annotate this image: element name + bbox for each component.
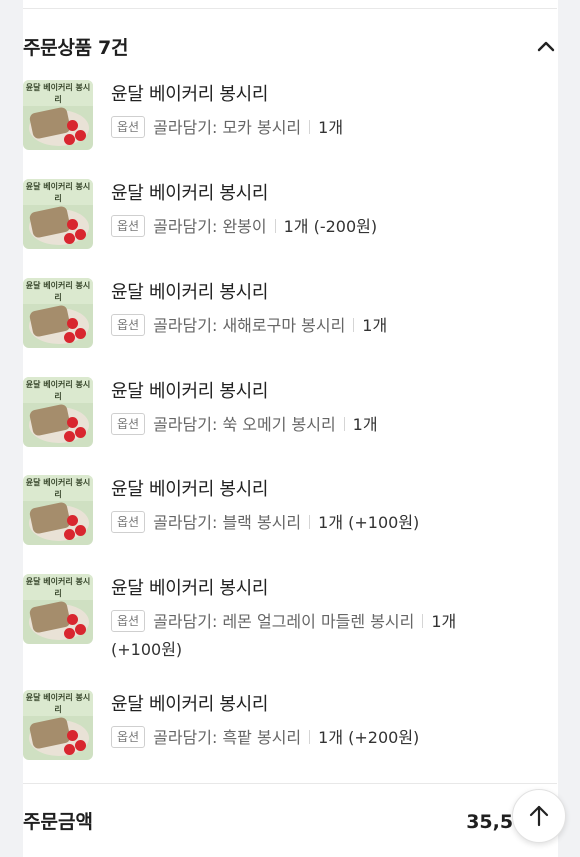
quantity-extra: (+100원) bbox=[111, 640, 183, 659]
product-name: 윤달 베이커리 봉시리 bbox=[111, 479, 269, 500]
option-text: 골라담기: 레몬 얼그레이 마들렌 봉시리 bbox=[153, 612, 415, 631]
option-badge: 옵션 bbox=[111, 116, 146, 138]
option-text: 골라담기: 완봉이 bbox=[153, 217, 267, 236]
product-thumbnail: 윤달 베이커리 봉시리 bbox=[23, 278, 93, 348]
product-name: 윤달 베이커리 봉시리 bbox=[111, 694, 269, 715]
option-text: 골라담기: 새해로구마 봉시리 bbox=[153, 316, 346, 335]
order-item[interactable]: 윤달 베이커리 봉시리 윤달 베이커리 봉시리 옵션 골라담기: 레몬 얼그레이 … bbox=[23, 574, 560, 664]
total-label: 주문금액 bbox=[23, 810, 93, 833]
order-item[interactable]: 윤달 베이커리 봉시리 윤달 베이커리 봉시리 옵션 골라담기: 흑팥 봉시리 1개… bbox=[23, 690, 560, 760]
order-item[interactable]: 윤달 베이커리 봉시리 윤달 베이커리 봉시리 옵션 골라담기: 블랙 봉시리 1개… bbox=[23, 475, 560, 545]
order-item[interactable]: 윤달 베이커리 봉시리 윤달 베이커리 봉시리 옵션 골라담기: 완봉이 1개 (-… bbox=[23, 179, 560, 249]
order-section-header[interactable]: 주문상품 7건 bbox=[23, 28, 560, 64]
product-name: 윤달 베이커리 봉시리 bbox=[111, 381, 269, 402]
quantity: 1개 (+100원) bbox=[318, 513, 420, 532]
quantity: 1개 (-200원) bbox=[283, 217, 378, 236]
product-thumbnail: 윤달 베이커리 봉시리 bbox=[23, 475, 93, 545]
option-row: 옵션 골라담기: 블랙 봉시리 1개 (+100원) bbox=[111, 509, 560, 537]
product-thumbnail: 윤달 베이커리 봉시리 bbox=[23, 690, 93, 760]
thumbnail-text: 윤달 베이커리 봉시리 bbox=[23, 690, 93, 716]
quantity: 1개 (+200원) bbox=[318, 728, 420, 747]
option-row: 옵션 골라담기: 쑥 오메기 봉시리 1개 bbox=[111, 411, 560, 439]
product-name: 윤달 베이커리 봉시리 bbox=[111, 84, 269, 105]
quantity: 1개 bbox=[362, 316, 388, 335]
thumbnail-text: 윤달 베이커리 봉시리 bbox=[23, 278, 93, 304]
bottom-divider bbox=[23, 783, 557, 784]
option-badge: 옵션 bbox=[111, 610, 146, 632]
arrow-up-icon[interactable] bbox=[512, 789, 566, 843]
option-row: 옵션 골라담기: 완봉이 1개 (-200원) bbox=[111, 213, 560, 241]
option-badge: 옵션 bbox=[111, 511, 146, 533]
option-badge: 옵션 bbox=[111, 413, 146, 435]
option-badge: 옵션 bbox=[111, 215, 146, 237]
product-name: 윤달 베이커리 봉시리 bbox=[111, 282, 269, 303]
thumbnail-text: 윤달 베이커리 봉시리 bbox=[23, 179, 93, 205]
order-item[interactable]: 윤달 베이커리 봉시리 윤달 베이커리 봉시리 옵션 골라담기: 모카 봉시리 1개 bbox=[23, 80, 560, 150]
thumbnail-text: 윤달 베이커리 봉시리 bbox=[23, 475, 93, 501]
option-row: 옵션 골라담기: 모카 봉시리 1개 bbox=[111, 114, 560, 142]
top-divider bbox=[23, 8, 557, 9]
thumbnail-text: 윤달 베이커리 봉시리 bbox=[23, 377, 93, 403]
chevron-up-icon[interactable] bbox=[532, 32, 560, 60]
product-thumbnail: 윤달 베이커리 봉시리 bbox=[23, 80, 93, 150]
order-item[interactable]: 윤달 베이커리 봉시리 윤달 베이커리 봉시리 옵션 골라담기: 새해로구마 봉시… bbox=[23, 278, 560, 348]
option-badge: 옵션 bbox=[111, 314, 146, 336]
quantity: 1개 bbox=[352, 415, 378, 434]
option-row: 옵션 골라담기: 새해로구마 봉시리 1개 bbox=[111, 312, 560, 340]
option-text: 골라담기: 블랙 봉시리 bbox=[153, 513, 302, 532]
quantity: 1개 bbox=[431, 612, 457, 631]
product-name: 윤달 베이커리 봉시리 bbox=[111, 578, 269, 599]
thumbnail-text: 윤달 베이커리 봉시리 bbox=[23, 574, 93, 600]
product-thumbnail: 윤달 베이커리 봉시리 bbox=[23, 179, 93, 249]
order-item[interactable]: 윤달 베이커리 봉시리 윤달 베이커리 봉시리 옵션 골라담기: 쑥 오메기 봉시… bbox=[23, 377, 560, 447]
product-thumbnail: 윤달 베이커리 봉시리 bbox=[23, 574, 93, 644]
option-row: 옵션 골라담기: 흑팥 봉시리 1개 (+200원) bbox=[111, 724, 560, 752]
option-text: 골라담기: 쑥 오메기 봉시리 bbox=[153, 415, 336, 434]
quantity: 1개 bbox=[318, 118, 344, 137]
section-title: 주문상품 7건 bbox=[23, 36, 129, 59]
option-text: 골라담기: 모카 봉시리 bbox=[153, 118, 302, 137]
option-row: 옵션 골라담기: 레몬 얼그레이 마들렌 봉시리 1개 (+100원) bbox=[111, 608, 560, 664]
thumbnail-text: 윤달 베이커리 봉시리 bbox=[23, 80, 93, 106]
product-thumbnail: 윤달 베이커리 봉시리 bbox=[23, 377, 93, 447]
option-badge: 옵션 bbox=[111, 726, 146, 748]
order-total-row: 주문금액 35,550원 bbox=[23, 802, 557, 838]
product-name: 윤달 베이커리 봉시리 bbox=[111, 183, 269, 204]
option-text: 골라담기: 흑팥 봉시리 bbox=[153, 728, 302, 747]
